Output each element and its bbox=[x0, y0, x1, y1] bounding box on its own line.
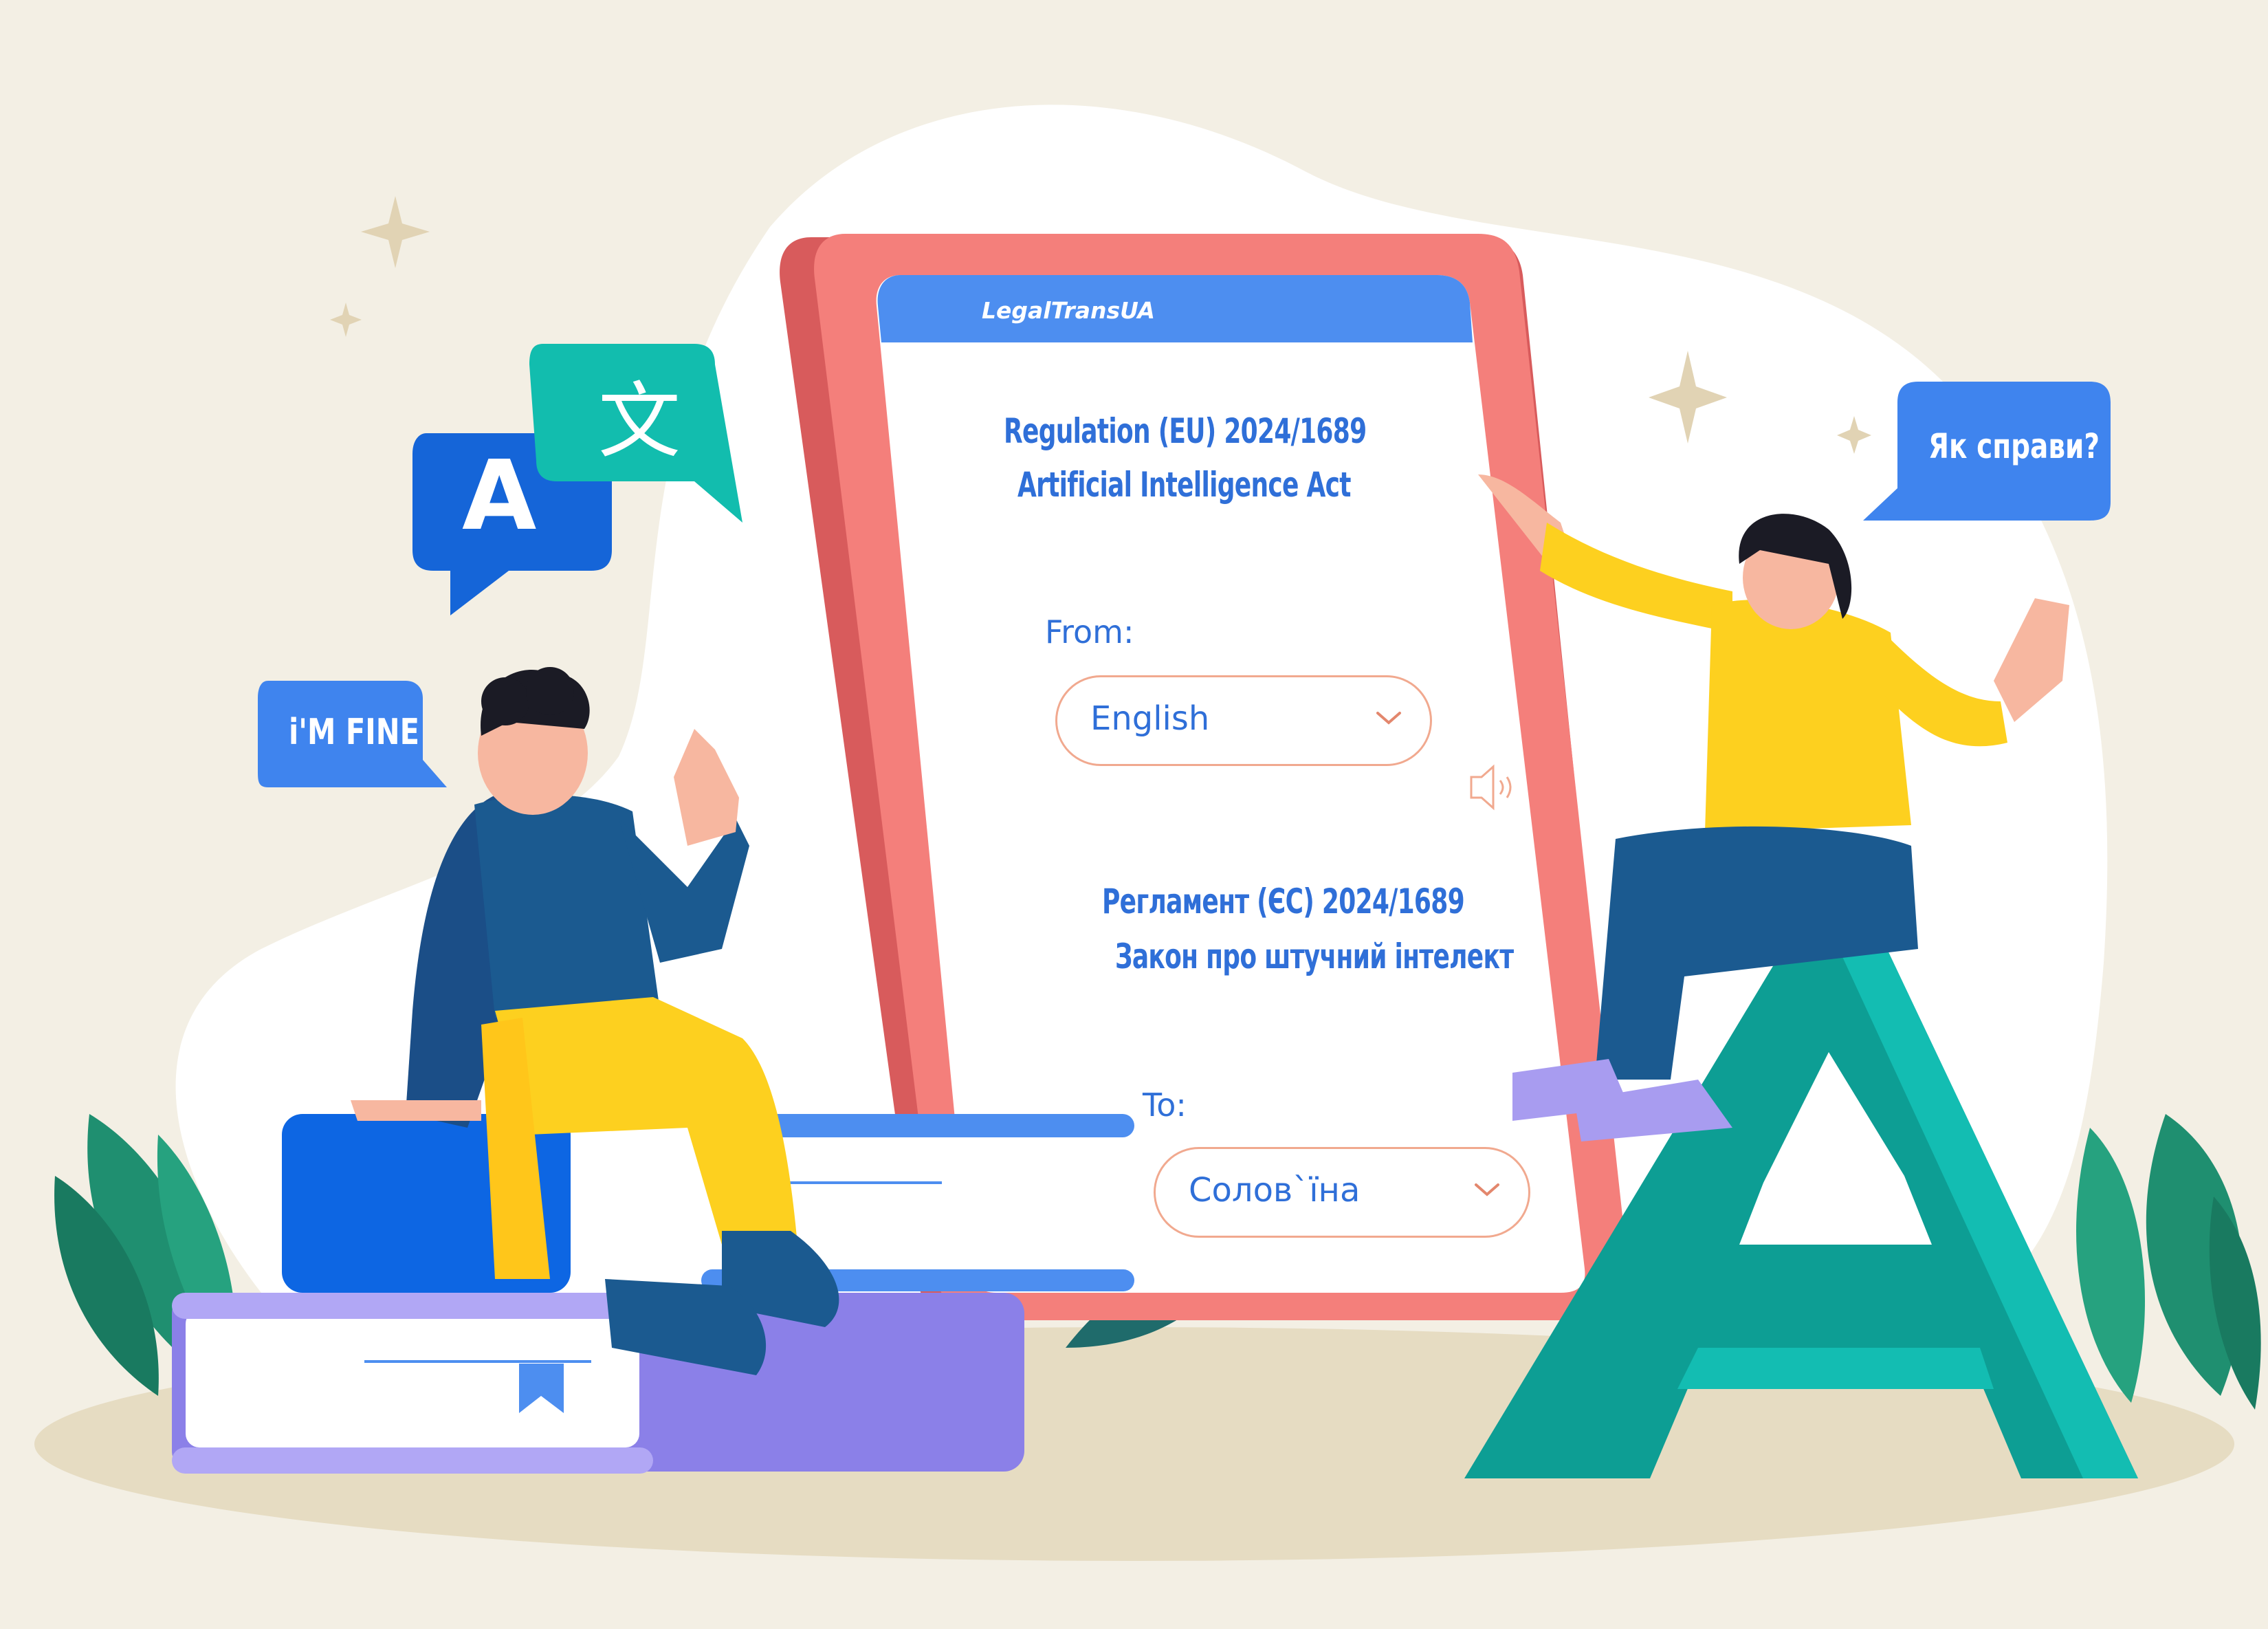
right-chat-message: Як справи? bbox=[1928, 426, 2100, 466]
bubble-letter-a: A bbox=[462, 440, 537, 552]
plant-right bbox=[2076, 1114, 2261, 1410]
from-language-select[interactable]: English bbox=[1055, 675, 1432, 766]
app-brand: LegalTransUA bbox=[982, 297, 1156, 324]
to-label: To: bbox=[1143, 1086, 1187, 1124]
illustration-art bbox=[34, 105, 2261, 1561]
source-title-line2: Artificial Intelligence Act bbox=[1017, 465, 1351, 505]
target-title-line2: Закон про штучний інтелект bbox=[1115, 937, 1514, 976]
from-language-value: English bbox=[1090, 699, 1210, 738]
tablet-header-bar bbox=[877, 275, 1473, 342]
sparkle-icon bbox=[330, 303, 362, 337]
to-language-value: Солов`їна bbox=[1189, 1171, 1361, 1210]
to-language-select[interactable]: Солов`їна bbox=[1154, 1147, 1530, 1238]
left-chat-message: i'M FINE bbox=[289, 712, 420, 753]
from-label: From: bbox=[1045, 613, 1134, 650]
source-title-line1: Regulation (EU) 2024/1689 bbox=[1004, 411, 1367, 451]
illustration-stage: LegalTransUA Regulation (EU) 2024/1689 A… bbox=[0, 0, 2268, 1629]
target-title-line1: Регламент (ЄС) 2024/1689 bbox=[1102, 882, 1465, 921]
bubble-chinese-char: 文 bbox=[598, 374, 681, 470]
chevron-down-icon bbox=[1475, 1183, 1499, 1196]
sparkle-icon bbox=[361, 196, 430, 268]
chevron-down-icon bbox=[1376, 712, 1401, 725]
